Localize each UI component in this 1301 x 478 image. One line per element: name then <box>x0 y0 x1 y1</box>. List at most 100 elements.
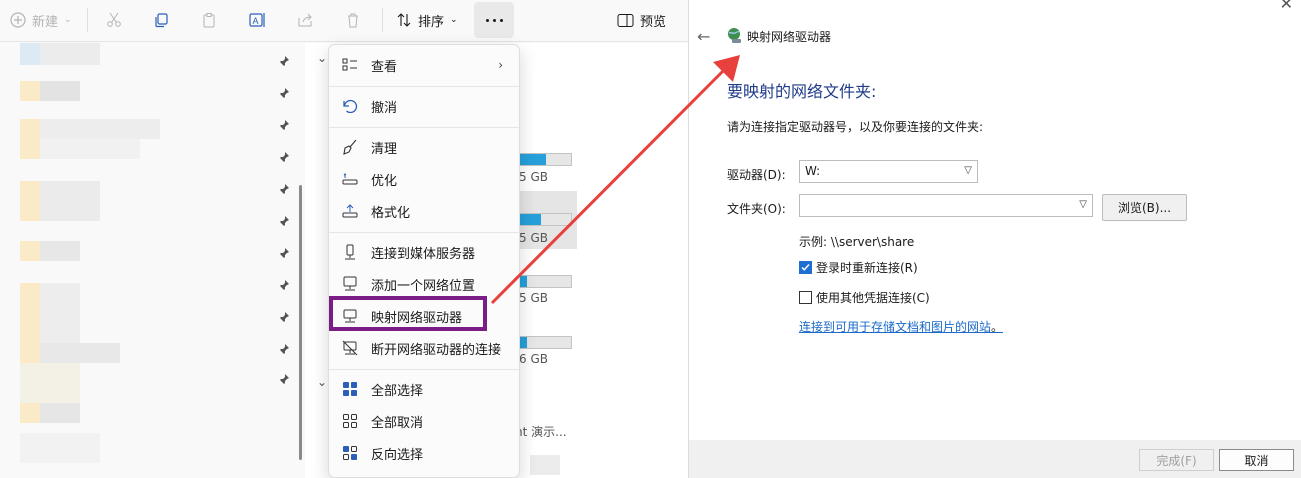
pin-icon[interactable] <box>278 119 290 131</box>
pin-icon[interactable] <box>278 373 290 385</box>
menu-item-label: 连接到媒体服务器 <box>371 246 476 262</box>
chevron-down-icon[interactable]: ⌄ <box>317 375 327 389</box>
menu-item-select-none[interactable]: 全部取消 <box>333 406 517 436</box>
menu-item-label: 全部选择 <box>371 383 424 399</box>
drive-size: 6 GB <box>519 352 548 366</box>
menu-item-label: 反向选择 <box>371 447 424 463</box>
blurred-nav-item <box>40 81 80 101</box>
sort-button-label: 排序 <box>418 14 445 30</box>
menu-item-add-network-location[interactable]: 添加一个网络位置 <box>333 269 517 299</box>
menu-item-select-all[interactable]: 全部选择 <box>333 374 517 404</box>
pin-icon[interactable] <box>278 87 290 99</box>
pin-icon[interactable] <box>278 55 290 67</box>
blurred-nav-item <box>40 403 80 423</box>
cut-button[interactable] <box>106 6 122 34</box>
close-icon[interactable]: ✕ <box>1280 0 1293 13</box>
menu-item-connect-media-server[interactable]: 连接到媒体服务器 <box>333 237 517 267</box>
network-location-icon <box>341 275 359 293</box>
pin-icon[interactable] <box>278 151 290 163</box>
preview-button[interactable]: 预览 <box>617 6 666 34</box>
more-options-menu: 查看 › 撤消 清理 优化 格式化 连接到媒体服务器 添加一个网络位置 映射网络… <box>328 44 520 478</box>
map-network-drive-dialog: ✕ ← 映射网络驱动器 要映射的网络文件夹: 请为连接指定驱动器号，以及你要连接… <box>688 0 1301 478</box>
media-server-icon <box>341 243 359 261</box>
chevron-down-icon: ▽ <box>1079 199 1087 210</box>
clipboard-icon <box>203 13 215 28</box>
reconnect-checkbox-row[interactable]: 登录时重新连接(R) <box>799 259 918 276</box>
other-credentials-checkbox-row[interactable]: 使用其他凭据连接(C) <box>799 289 930 306</box>
dialog-description: 请为连接指定驱动器号，以及你要连接的文件夹: <box>727 120 984 134</box>
sort-button[interactable]: 排序 ⌄ <box>396 6 458 34</box>
cancel-button[interactable]: 取消 <box>1219 449 1294 471</box>
blurred-nav-item <box>40 139 140 159</box>
blurred-nav-item <box>40 181 100 221</box>
optimize-icon <box>341 170 359 188</box>
blurred-nav-item <box>20 343 40 363</box>
more-options-button[interactable] <box>474 2 514 38</box>
menu-item-format[interactable]: 格式化 <box>333 196 517 226</box>
pin-icon[interactable] <box>278 215 290 227</box>
pin-icon[interactable] <box>278 183 290 195</box>
menu-item-label: 优化 <box>371 173 398 189</box>
view-icon <box>341 56 359 74</box>
share-button[interactable] <box>297 6 313 34</box>
menu-item-cleanup[interactable]: 清理 <box>333 132 517 162</box>
menu-divider <box>329 232 519 233</box>
menu-divider <box>329 86 519 87</box>
menu-item-invert-selection[interactable]: 反向选择 <box>333 438 517 468</box>
website-link[interactable]: 连接到可用于存储文档和图片的网站 <box>799 320 991 334</box>
menu-item-label: 撤消 <box>371 100 398 116</box>
rename-button[interactable]: A <box>249 6 266 34</box>
pin-icon[interactable] <box>278 279 290 291</box>
copy-icon <box>155 13 168 28</box>
copy-button[interactable] <box>153 6 169 34</box>
navigation-pane <box>0 43 300 478</box>
blurred-nav-item <box>40 43 100 65</box>
drive-usage-bar <box>515 336 572 349</box>
blurred-nav-item <box>40 241 80 261</box>
annotation-highlight-box <box>329 296 487 331</box>
new-button[interactable]: 新建 ⌄ <box>10 6 72 34</box>
browse-button[interactable]: 浏览(B)... <box>1102 194 1187 221</box>
drive-letter-select[interactable]: W: ▽ <box>799 160 978 183</box>
delete-button[interactable] <box>345 6 361 34</box>
network-drive-globe-icon <box>728 28 741 43</box>
new-plus-icon <box>10 12 26 28</box>
scissors-icon <box>107 12 121 27</box>
pin-icon[interactable] <box>278 343 290 355</box>
menu-item-label: 全部取消 <box>371 415 424 431</box>
pin-icon[interactable] <box>278 311 290 323</box>
invert-selection-icon <box>341 444 359 462</box>
menu-item-disconnect-network-drive[interactable]: 断开网络驱动器的连接 <box>333 333 517 363</box>
sort-icon <box>397 13 411 27</box>
back-arrow-icon[interactable]: ← <box>697 27 710 46</box>
finish-button[interactable]: 完成(F) <box>1139 449 1214 471</box>
drive-letter-value: W: <box>805 164 821 178</box>
blurred-nav-item <box>20 283 40 343</box>
chevron-down-icon[interactable]: ⌄ <box>317 51 327 65</box>
menu-item-view[interactable]: 查看 › <box>333 50 517 80</box>
disconnect-drive-icon <box>341 339 359 357</box>
menu-item-undo[interactable]: 撤消 <box>333 91 517 121</box>
menu-item-label: 断开网络驱动器的连接 <box>371 342 502 358</box>
toolbar-divider <box>87 8 88 32</box>
blurred-nav-item <box>20 363 80 403</box>
chevron-down-icon: ⌄ <box>450 15 458 25</box>
dialog-title: 映射网络驱动器 <box>747 30 832 44</box>
drive-size: 5 GB <box>519 170 548 184</box>
nav-scrollbar[interactable] <box>299 185 302 460</box>
menu-item-optimize[interactable]: 优化 <box>333 164 517 194</box>
svg-text:A: A <box>253 16 259 26</box>
file-name-text: nt 演示... <box>515 425 567 439</box>
paste-button[interactable] <box>201 6 217 34</box>
reconnect-label: 登录时重新连接(R) <box>816 261 918 275</box>
other-credentials-checkbox[interactable] <box>799 291 812 304</box>
format-icon <box>341 202 359 220</box>
reconnect-checkbox[interactable] <box>799 261 812 274</box>
blurred-nav-item <box>40 343 120 363</box>
drive-usage-bar <box>515 213 572 226</box>
blurred-nav-item <box>20 181 40 221</box>
folder-path-input[interactable]: ▽ <box>799 194 1093 217</box>
pin-icon[interactable] <box>278 247 290 259</box>
drive-usage-bar <box>515 275 572 288</box>
menu-divider <box>329 127 519 128</box>
